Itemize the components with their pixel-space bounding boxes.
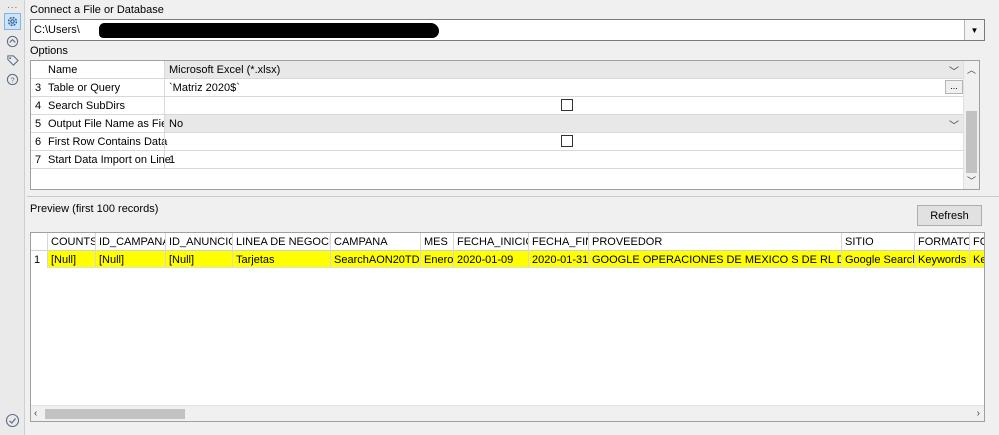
- search-subdirs-checkbox[interactable]: [561, 99, 573, 111]
- option-name-label: Search SubDirs: [48, 100, 126, 112]
- help-icon-glyph: ?: [6, 73, 19, 86]
- gear-icon-glyph: [7, 16, 18, 27]
- table-cell[interactable]: SearchAON20TDC: [331, 251, 421, 268]
- refresh-button[interactable]: Refresh: [917, 205, 982, 226]
- option-row-start-line: 7 Start Data Import on Line 1: [31, 151, 965, 169]
- scroll-left-icon[interactable]: ‹: [34, 408, 37, 419]
- first-row-data-checkbox[interactable]: [561, 135, 573, 147]
- scroll-thumb[interactable]: [966, 111, 977, 173]
- option-row-number: 7: [35, 154, 42, 166]
- option-name-label: Table or Query: [48, 82, 121, 94]
- row-number: 1: [31, 251, 48, 268]
- toolbar-grip[interactable]: ...: [7, 0, 18, 11]
- option-row-table-query: 3 Table or Query `Matriz 2020$` ...: [31, 79, 965, 97]
- column-header[interactable]: FECHA_FIN: [529, 233, 589, 251]
- tag-icon-glyph: [7, 55, 19, 66]
- table-cell[interactable]: Google Search: [842, 251, 915, 268]
- scroll-down-icon[interactable]: ﹀: [967, 174, 976, 187]
- table-row[interactable]: 1 [Null] [Null] [Null] Tarjetas SearchAO…: [31, 251, 984, 268]
- option-row-output-filename: 5 Output File Name as Field No ﹀: [31, 115, 965, 133]
- table-cell[interactable]: Enero: [421, 251, 454, 268]
- table-query-value: `Matriz 2020$`: [169, 82, 240, 94]
- start-line-value: 1: [169, 154, 176, 166]
- browse-button[interactable]: ...: [945, 80, 963, 94]
- search-subdirs-cell: [164, 97, 965, 114]
- chevron-down-icon[interactable]: ﹀: [949, 63, 959, 78]
- column-header[interactable]: SITIO: [842, 233, 915, 251]
- option-name-label: First Row Contains Data: [48, 136, 168, 148]
- redacted-path: [99, 23, 439, 38]
- tag-icon[interactable]: [4, 52, 21, 69]
- route-icon[interactable]: [4, 33, 21, 50]
- table-cell[interactable]: [Null]: [48, 251, 96, 268]
- table-cell[interactable]: 2020-01-31: [529, 251, 589, 268]
- table-cell[interactable]: Ke: [970, 251, 984, 268]
- chevron-down-icon[interactable]: ﹀: [949, 117, 959, 132]
- preview-label: Preview (first 100 records): [30, 203, 159, 215]
- check-circle-icon[interactable]: [5, 413, 20, 428]
- column-header[interactable]: CAMPANA: [331, 233, 421, 251]
- options-label: Options: [30, 45, 68, 57]
- column-header[interactable]: MES: [421, 233, 454, 251]
- table-cell[interactable]: [Null]: [166, 251, 233, 268]
- file-format-value: Microsoft Excel (*.xlsx): [169, 64, 281, 76]
- option-row-number: 3: [35, 82, 42, 94]
- table-cell[interactable]: [Null]: [96, 251, 166, 268]
- output-filename-dropdown[interactable]: No ﹀: [164, 115, 965, 132]
- option-row-number: 6: [35, 136, 42, 148]
- column-header[interactable]: COUNTS: [48, 233, 96, 251]
- option-row-search-subdirs: 4 Search SubDirs: [31, 97, 965, 115]
- options-scrollbar[interactable]: ︿ ﹀: [963, 61, 979, 189]
- gear-icon[interactable]: [4, 13, 21, 30]
- column-header[interactable]: ID_ANUNCIO: [166, 233, 233, 251]
- table-query-field[interactable]: `Matriz 2020$` ...: [164, 79, 965, 96]
- preview-header-row: COUNTS ID_CAMPANA ID_ANUNCIO LINEA DE NE…: [31, 233, 984, 251]
- svg-text:?: ?: [10, 75, 14, 84]
- output-filename-value: No: [169, 118, 184, 130]
- preview-grid: COUNTS ID_CAMPANA ID_ANUNCIO LINEA DE NE…: [30, 232, 985, 422]
- first-row-data-cell: [164, 133, 965, 150]
- table-cell[interactable]: Tarjetas: [233, 251, 331, 268]
- section-divider: [27, 196, 999, 197]
- preview-horizontal-scrollbar[interactable]: ‹ ›: [31, 405, 984, 421]
- table-cell[interactable]: GOOGLE OPERACIONES DE MEXICO S DE RL DE …: [589, 251, 842, 268]
- left-toolbar: ... ?: [0, 0, 25, 435]
- column-header[interactable]: FORMATO: [915, 233, 970, 251]
- table-cell[interactable]: Keywords: [915, 251, 970, 268]
- options-grid: Name Microsoft Excel (*.xlsx) ﹀ 3 Table …: [30, 60, 980, 190]
- chevron-down-icon[interactable]: ▼: [964, 20, 984, 40]
- table-cell[interactable]: 2020-01-09: [454, 251, 529, 268]
- route-icon-glyph: [6, 35, 19, 48]
- option-name-label: Name: [48, 64, 78, 76]
- file-path-value[interactable]: C:\Users\: [34, 24, 80, 36]
- scroll-up-icon[interactable]: ︿: [967, 63, 976, 76]
- option-row-name: Name Microsoft Excel (*.xlsx) ﹀: [31, 61, 965, 79]
- column-header[interactable]: LINEA DE NEGOCIO: [233, 233, 331, 251]
- column-header[interactable]: ID_CAMPANA: [96, 233, 166, 251]
- column-header[interactable]: FECHA_INICIO: [454, 233, 529, 251]
- option-name-label: Output File Name as Field: [48, 118, 176, 130]
- scroll-right-icon[interactable]: ›: [977, 408, 980, 419]
- row-number-header: [31, 233, 48, 251]
- column-header[interactable]: FC: [970, 233, 984, 251]
- file-path-combobox[interactable]: C:\Users\ ▼: [30, 19, 985, 41]
- option-row-first-row-data: 6 First Row Contains Data: [31, 133, 965, 151]
- option-name-label: Start Data Import on Line: [48, 154, 171, 166]
- connect-label: Connect a File or Database: [30, 4, 164, 16]
- file-format-dropdown[interactable]: Microsoft Excel (*.xlsx) ﹀: [164, 61, 965, 78]
- start-line-field[interactable]: 1: [164, 151, 965, 168]
- option-row-number: 4: [35, 100, 42, 112]
- help-icon[interactable]: ?: [4, 71, 21, 88]
- column-header[interactable]: PROVEEDOR: [589, 233, 842, 251]
- option-row-number: 5: [35, 118, 42, 130]
- scroll-thumb[interactable]: [45, 409, 185, 419]
